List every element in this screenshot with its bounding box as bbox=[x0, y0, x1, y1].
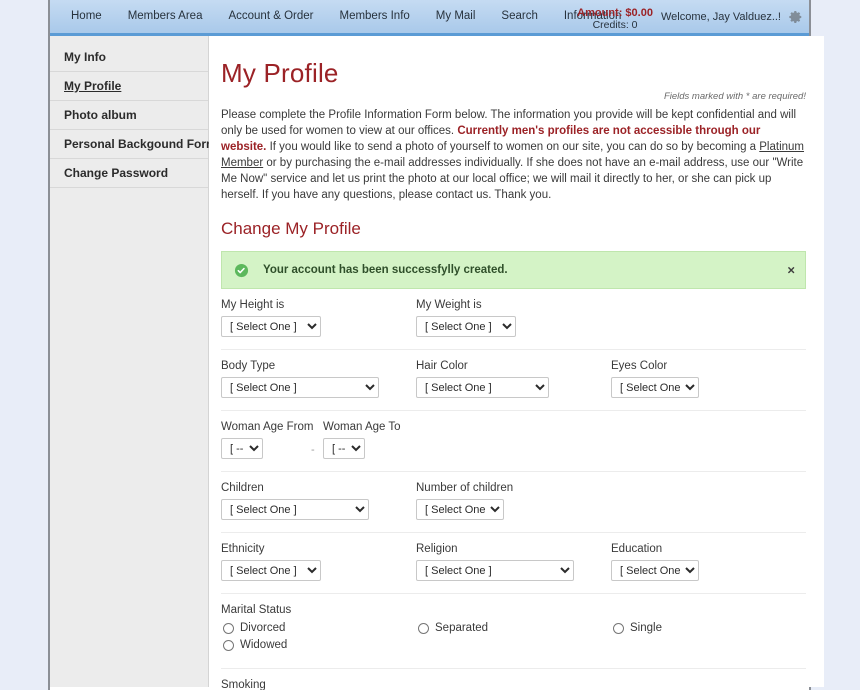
form-row-ethnicity-religion-education: Ethnicity [ Select One ] Religion [ Sele… bbox=[221, 533, 806, 594]
field-education: Education [ Select One ] bbox=[611, 543, 806, 581]
main-content: Fields marked with * are required! My Pr… bbox=[209, 36, 824, 690]
field-my-weight: My Weight is [ Select One ] bbox=[416, 299, 611, 337]
age-range-separator: - bbox=[311, 444, 315, 456]
check-circle-icon bbox=[234, 263, 249, 278]
sidebar-item-label: Personal Backgound Form bbox=[64, 137, 217, 151]
nav-item-home[interactable]: Home bbox=[58, 0, 115, 33]
height-select[interactable]: [ Select One ] bbox=[221, 316, 321, 337]
nav-links: Home Members Area Account & Order Member… bbox=[58, 0, 634, 33]
sidebar-item-label: My Info bbox=[64, 50, 106, 64]
children-select[interactable]: [ Select One ] bbox=[221, 499, 369, 520]
field-label: Number of children bbox=[416, 482, 514, 494]
gear-icon[interactable] bbox=[789, 10, 803, 24]
form-row-marital-status: Marital Status Divorced Separated Single… bbox=[221, 594, 806, 669]
religion-select[interactable]: [ Select One ] bbox=[416, 560, 574, 581]
form-row-smoking: Smoking Yes No Occasionally bbox=[221, 669, 806, 690]
group-label: Marital Status bbox=[221, 604, 292, 616]
field-my-height: My Height is [ Select One ] bbox=[221, 299, 416, 337]
field-label: Woman Age To bbox=[323, 421, 401, 433]
sidebar-item-my-profile[interactable]: My Profile bbox=[50, 72, 208, 101]
form-row-height-weight: My Height is [ Select One ] My Weight is… bbox=[221, 289, 806, 350]
section-title: Change My Profile bbox=[221, 219, 361, 238]
radio-label[interactable]: Single bbox=[630, 622, 662, 634]
close-icon[interactable]: × bbox=[787, 264, 795, 277]
sidebar-item-photo-album[interactable]: Photo album bbox=[50, 101, 208, 130]
page-title: My Profile bbox=[221, 58, 339, 88]
field-label: My Height is bbox=[221, 299, 285, 311]
balance-block: Amount: $0.00 Credits: 0 bbox=[577, 3, 653, 31]
field-label: Religion bbox=[416, 543, 458, 555]
radio-input[interactable] bbox=[223, 622, 234, 634]
required-fields-note: Fields marked with * are required! bbox=[663, 91, 806, 102]
form-row-children: Children [ Select One ] Number of childr… bbox=[221, 472, 806, 533]
weight-select[interactable]: [ Select One ] bbox=[416, 316, 516, 337]
sidebar-item-label: Photo album bbox=[64, 108, 137, 122]
hair-color-select[interactable]: [ Select One ] bbox=[416, 377, 549, 398]
sidebar-item-change-password[interactable]: Change Password bbox=[50, 159, 208, 188]
credits-label: Credits: 0 bbox=[592, 18, 638, 31]
success-alert: Your account has been successfylly creat… bbox=[221, 251, 806, 289]
woman-age-from-select[interactable]: [ -- ] bbox=[221, 438, 263, 459]
radio-input[interactable] bbox=[613, 622, 624, 634]
sidebar-item-my-info[interactable]: My Info bbox=[50, 43, 208, 72]
radio-label[interactable]: Widowed bbox=[240, 639, 287, 651]
ethnicity-select[interactable]: [ Select One ] bbox=[221, 560, 321, 581]
radio-option-widowed[interactable]: Widowed bbox=[221, 639, 416, 651]
form-row-woman-age: Woman Age From [ -- ] - Woman Age To [ -… bbox=[221, 411, 806, 472]
sidebar-item-label: Change Password bbox=[64, 166, 169, 180]
field-label: My Weight is bbox=[416, 299, 482, 311]
field-woman-age-to: Woman Age To [ -- ] bbox=[323, 421, 443, 459]
number-of-children-select[interactable]: [ Select One ] bbox=[416, 499, 504, 520]
field-label: Ethnicity bbox=[221, 543, 265, 555]
group-label: Smoking bbox=[221, 679, 266, 690]
form-row-body-hair-eyes: Body Type [ Select One ] Hair Color [ Se… bbox=[221, 350, 806, 411]
intro-paragraph: Please complete the Profile Information … bbox=[221, 107, 806, 203]
account-status-area: Amount: $0.00 Credits: 0 Welcome, Jay Va… bbox=[577, 0, 803, 33]
sidebar-item-personal-background-form[interactable]: Personal Backgound Form bbox=[50, 130, 217, 159]
radio-option-single[interactable]: Single bbox=[611, 622, 806, 634]
body-layout: My Info My Profile Photo album Personal … bbox=[50, 36, 824, 690]
field-number-of-children: Number of children [ Select One ] bbox=[416, 482, 611, 520]
field-eyes-color: Eyes Color [ Select One ] bbox=[611, 360, 806, 398]
radio-label[interactable]: Divorced bbox=[240, 622, 285, 634]
body-type-select[interactable]: [ Select One ] bbox=[221, 377, 379, 398]
radio-option-separated[interactable]: Separated bbox=[416, 622, 611, 634]
intro-text-part3: or by purchasing the e-mail addresses in… bbox=[221, 157, 804, 201]
field-children: Children [ Select One ] bbox=[221, 482, 416, 520]
nav-item-members-info[interactable]: Members Info bbox=[326, 0, 422, 33]
nav-item-my-mail[interactable]: My Mail bbox=[423, 0, 489, 33]
radio-group-marital: Divorced Separated Single Widowed bbox=[221, 622, 806, 656]
welcome-message: Welcome, Jay Valduez..! bbox=[660, 10, 781, 23]
top-navigation-bar: Home Members Area Account & Order Member… bbox=[50, 0, 809, 36]
nav-item-account-order[interactable]: Account & Order bbox=[215, 0, 326, 33]
amount-label: Amount: $0.00 bbox=[577, 6, 653, 19]
sidebar-item-label: My Profile bbox=[64, 79, 122, 93]
site-container: Home Members Area Account & Order Member… bbox=[48, 0, 824, 690]
field-label: Woman Age From bbox=[221, 421, 314, 433]
alert-message: Your account has been successfylly creat… bbox=[263, 264, 508, 276]
field-religion: Religion [ Select One ] bbox=[416, 543, 611, 581]
field-label: Hair Color bbox=[416, 360, 468, 372]
field-label: Education bbox=[611, 543, 663, 555]
field-label: Body Type bbox=[221, 360, 276, 372]
radio-option-divorced[interactable]: Divorced bbox=[221, 622, 416, 634]
field-body-type: Body Type [ Select One ] bbox=[221, 360, 416, 398]
field-label: Eyes Color bbox=[611, 360, 668, 372]
woman-age-to-select[interactable]: [ -- ] bbox=[323, 438, 365, 459]
radio-label[interactable]: Separated bbox=[435, 622, 488, 634]
radio-input[interactable] bbox=[418, 622, 429, 634]
field-label: Children bbox=[221, 482, 264, 494]
education-select[interactable]: [ Select One ] bbox=[611, 560, 699, 581]
intro-text-part2: If you would like to send a photo of you… bbox=[266, 141, 760, 153]
page-root: Home Members Area Account & Order Member… bbox=[0, 0, 860, 690]
eyes-color-select[interactable]: [ Select One ] bbox=[611, 377, 699, 398]
field-hair-color: Hair Color [ Select One ] bbox=[416, 360, 611, 398]
field-woman-age-from: Woman Age From [ -- ] - bbox=[221, 421, 323, 459]
nav-item-members-area[interactable]: Members Area bbox=[115, 0, 216, 33]
nav-item-search[interactable]: Search bbox=[488, 0, 550, 33]
radio-input[interactable] bbox=[223, 639, 234, 651]
field-ethnicity: Ethnicity [ Select One ] bbox=[221, 543, 416, 581]
sidebar: My Info My Profile Photo album Personal … bbox=[50, 36, 217, 687]
